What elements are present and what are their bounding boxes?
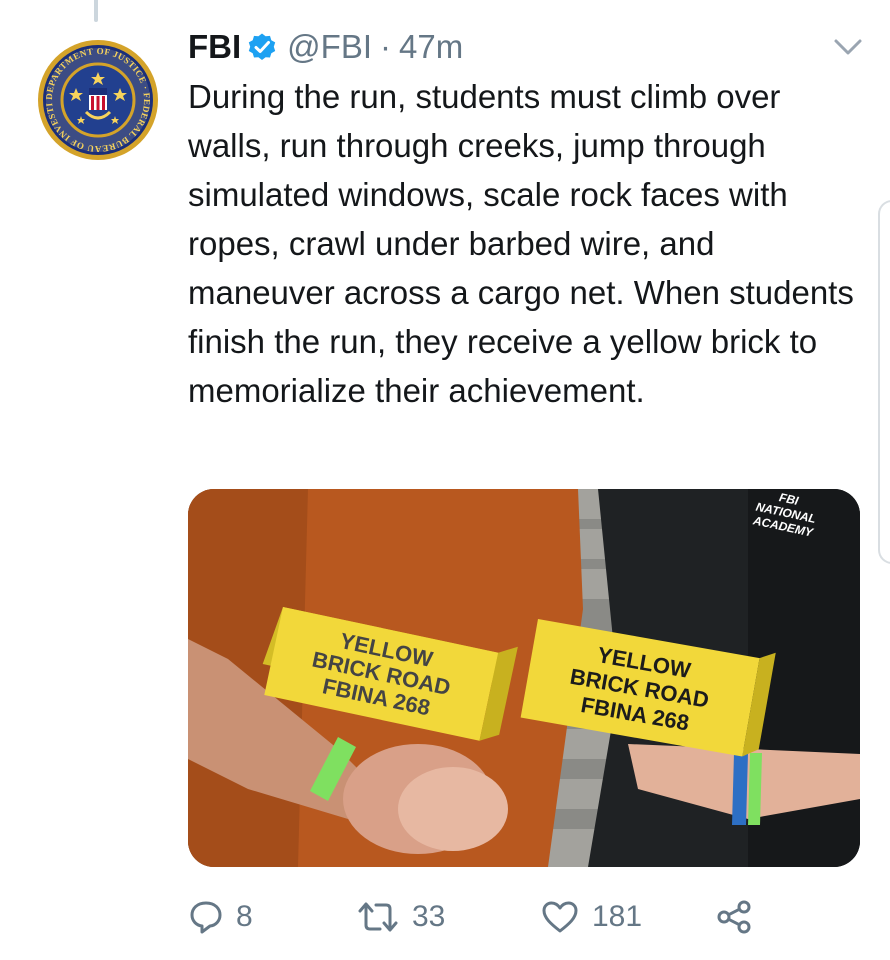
thread-connector-line (94, 0, 98, 22)
reply-button[interactable]: 8 (188, 893, 253, 941)
heart-icon (542, 901, 578, 933)
verified-badge-icon (247, 32, 277, 62)
chevron-down-icon[interactable] (832, 36, 864, 58)
tweet-media-image[interactable]: FBI NATIONAL ACADEMY YELLOW BRICK ROAD F… (188, 489, 860, 867)
tweet-actions: 8 33 181 (188, 893, 788, 941)
tweet-header: FBI @FBI · 47m (188, 24, 463, 70)
retweet-count: 33 (412, 900, 446, 933)
share-button[interactable] (716, 893, 752, 941)
timestamp[interactable]: 47m (399, 28, 463, 66)
like-button[interactable]: 181 (540, 893, 642, 941)
like-count: 181 (592, 900, 643, 933)
retweet-icon (358, 902, 398, 932)
reply-icon (190, 901, 222, 934)
user-handle[interactable]: @FBI (287, 28, 372, 66)
scroll-edge-handle (878, 200, 890, 564)
separator-dot: · (380, 28, 392, 65)
share-icon (717, 900, 751, 934)
fbi-seal-icon: DEPARTMENT OF JUSTICE · FEDERAL BUREAU O… (36, 38, 158, 160)
tweet-text: During the run, students must climb over… (188, 78, 854, 409)
display-name[interactable]: FBI (188, 28, 241, 66)
reply-count: 8 (236, 900, 253, 933)
retweet-button[interactable]: 33 (356, 893, 445, 941)
avatar[interactable]: DEPARTMENT OF JUSTICE · FEDERAL BUREAU O… (36, 38, 160, 162)
